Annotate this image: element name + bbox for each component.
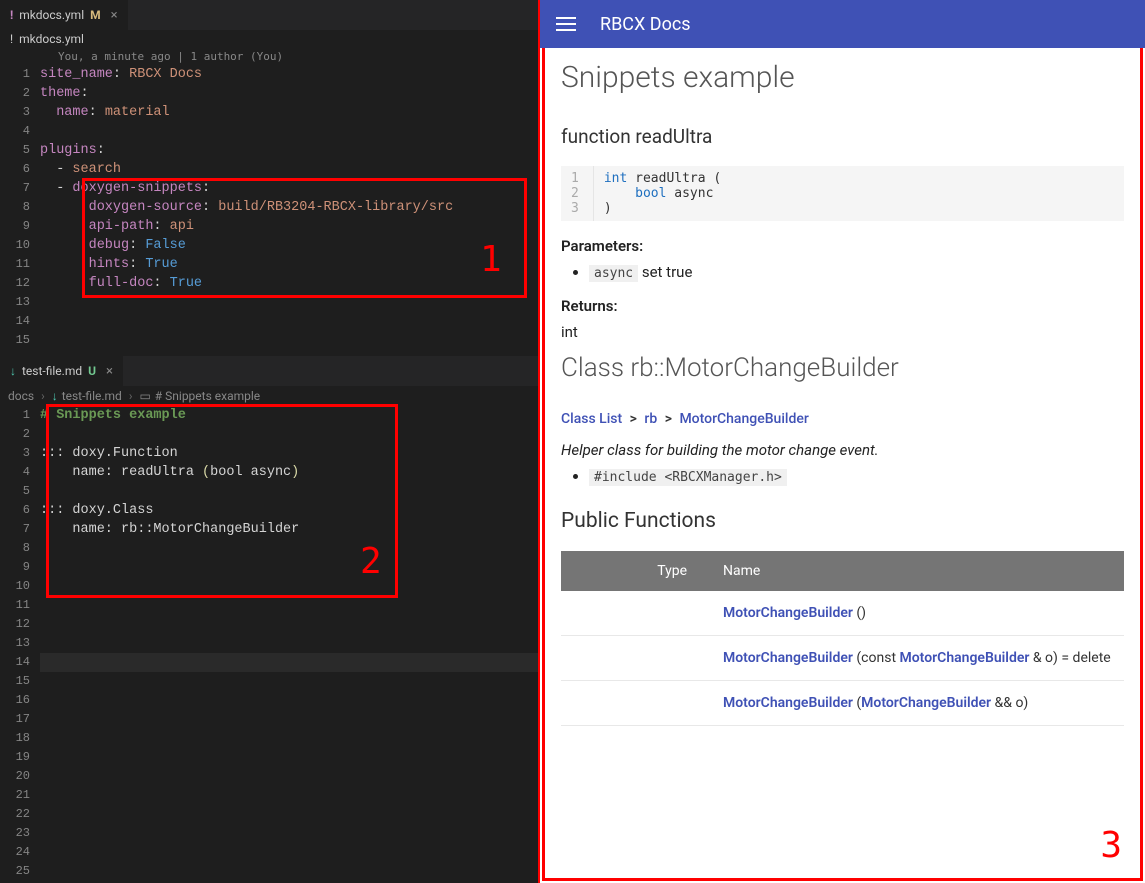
annotation-number-2: 2 <box>360 552 382 571</box>
class-breadcrumb: Class List > rb > MotorChangeBuilder <box>561 411 1124 427</box>
param-item: async set true <box>589 263 1124 281</box>
crumb[interactable]: test-file.md <box>62 389 122 403</box>
public-functions-table: Type Name MotorChangeBuilder ()MotorChan… <box>561 551 1124 726</box>
param-code: async <box>589 265 638 282</box>
type-link[interactable]: MotorChangeBuilder <box>861 695 991 711</box>
include-list: #include <RBCXManager.h> <box>589 467 1124 485</box>
func-heading: function readUltra <box>561 125 1124 148</box>
tab-label: test-file.md <box>22 364 82 378</box>
tab-label: mkdocs.yml <box>19 8 84 22</box>
func-link[interactable]: MotorChangeBuilder <box>723 650 853 666</box>
gutter: 123456789101112131415 <box>0 65 40 350</box>
subtab-mkdocs: ! mkdocs.yml <box>0 30 538 48</box>
include-item: #include <RBCXManager.h> <box>589 467 1124 485</box>
returns-label: Returns: <box>561 297 1124 315</box>
code-gutter: 123 <box>561 166 594 221</box>
gutter: 1234567891011121314151617181920212223242… <box>0 406 40 883</box>
git-blame-line: You, a minute ago | 1 author (You) <box>0 48 538 65</box>
code-body[interactable]: # Snippets example::: doxy.Function name… <box>40 406 538 883</box>
crumb-link[interactable]: Class List <box>561 411 622 427</box>
heading-icon: ▭ <box>139 389 150 403</box>
docs-title: RBCX Docs <box>600 14 691 35</box>
crumb-link[interactable]: rb <box>644 411 657 427</box>
menu-icon[interactable] <box>556 17 576 31</box>
include-code: #include <RBCXManager.h> <box>589 469 787 486</box>
crumb[interactable]: docs <box>8 389 34 403</box>
code-block: 123 int readUltra ( bool async) <box>561 166 1124 221</box>
table-header-row: Type Name <box>561 551 1124 591</box>
docs-header: RBCX Docs <box>540 0 1145 48</box>
th-type: Type <box>561 551 711 591</box>
tab-bar-bottom: ↓ test-file.md U × <box>0 356 538 386</box>
func-link[interactable]: MotorChangeBuilder <box>723 695 853 711</box>
editor-pane: ! mkdocs.yml M × ! mkdocs.yml You, a min… <box>0 0 538 883</box>
annotation-number-1: 1 <box>480 250 502 269</box>
docs-preview-pane: RBCX Docs Snippets example function read… <box>538 0 1145 883</box>
crumb-link[interactable]: MotorChangeBuilder <box>679 411 808 427</box>
markdown-editor[interactable]: 1234567891011121314151617181920212223242… <box>0 406 538 883</box>
th-name: Name <box>711 551 1124 591</box>
crumb[interactable]: # Snippets example <box>155 389 260 403</box>
docs-body: Snippets example function readUltra 123 … <box>542 48 1143 881</box>
tab-testfile[interactable]: ↓ test-file.md U × <box>0 356 123 386</box>
modified-badge: M <box>90 8 101 22</box>
untracked-badge: U <box>88 364 96 378</box>
close-icon[interactable]: × <box>111 8 118 23</box>
annotation-number-3: 3 <box>1100 825 1122 866</box>
yaml-icon: ! <box>10 32 13 46</box>
close-icon[interactable]: × <box>106 364 113 379</box>
param-text: set true <box>638 263 692 281</box>
yaml-editor[interactable]: 123456789101112131415 site_name: RBCX Do… <box>0 65 538 350</box>
table-row: MotorChangeBuilder (MotorChangeBuilder &… <box>561 681 1124 726</box>
params-label: Parameters: <box>561 237 1124 255</box>
code-content: int readUltra ( bool async) <box>594 166 731 221</box>
class-description: Helper class for building the motor chan… <box>561 441 1124 459</box>
class-heading: Class rb::MotorChangeBuilder <box>561 353 1124 383</box>
table-row: MotorChangeBuilder (const MotorChangeBui… <box>561 636 1124 681</box>
func-link[interactable]: MotorChangeBuilder <box>723 605 853 621</box>
page-title: Snippets example <box>561 60 1124 95</box>
subtab-label: mkdocs.yml <box>19 32 84 46</box>
table-row: MotorChangeBuilder () <box>561 591 1124 636</box>
tab-bar-top: ! mkdocs.yml M × <box>0 0 538 30</box>
markdown-icon: ↓ <box>10 364 16 378</box>
breadcrumb[interactable]: docs ↓ test-file.md ▭ # Snippets example <box>0 386 538 406</box>
type-link[interactable]: MotorChangeBuilder <box>900 650 1030 666</box>
markdown-icon: ↓ <box>52 389 58 403</box>
returns-value: int <box>561 323 1124 341</box>
tab-mkdocs[interactable]: ! mkdocs.yml M × <box>0 0 128 30</box>
public-functions-heading: Public Functions <box>561 509 1124 533</box>
param-list: async set true <box>589 263 1124 281</box>
yaml-icon: ! <box>10 8 13 22</box>
code-body[interactable]: site_name: RBCX Docstheme: name: materia… <box>40 65 538 350</box>
